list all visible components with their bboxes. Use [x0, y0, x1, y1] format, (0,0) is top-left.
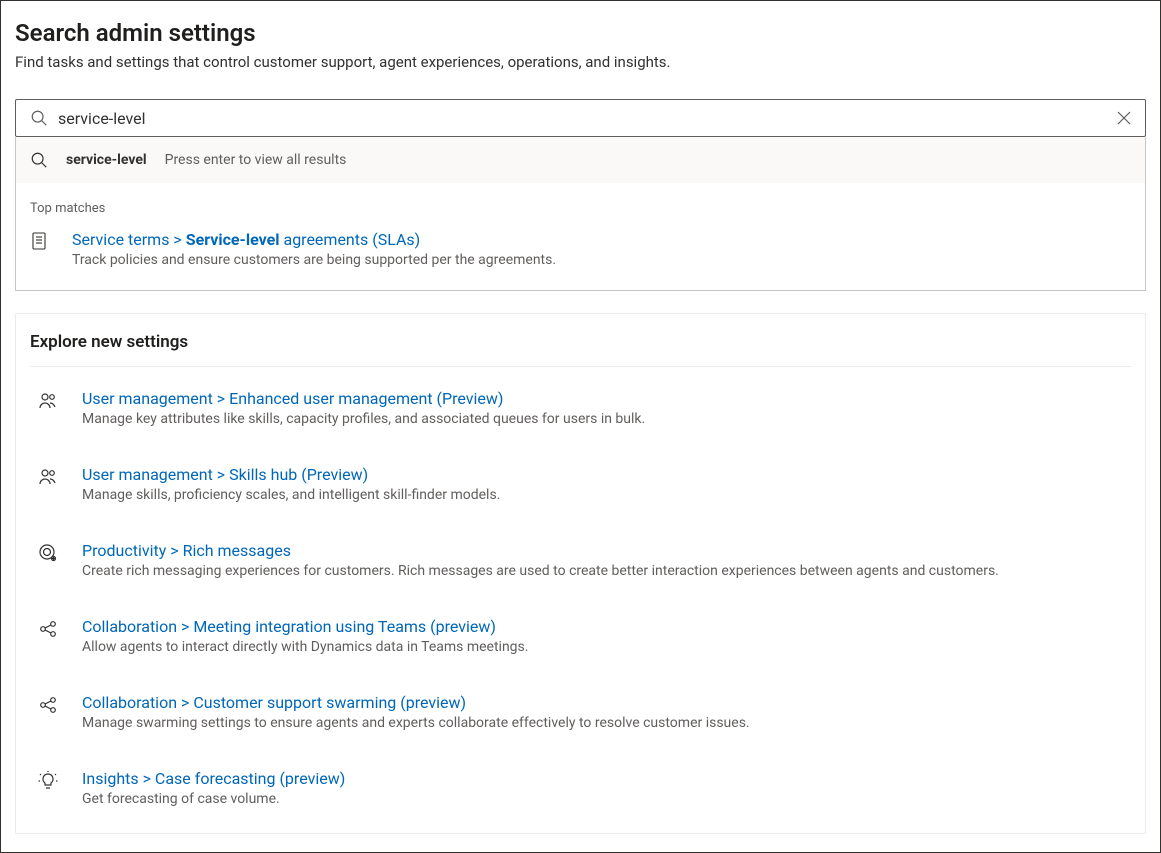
explore-item-link[interactable]: User management > Skills hub (Preview): [82, 465, 1131, 484]
people-icon: [38, 467, 58, 487]
top-match-link[interactable]: Service terms > Service-level agreements…: [72, 230, 1131, 249]
suggest-panel: service-level Press enter to view all re…: [15, 137, 1146, 291]
search-box[interactable]: [15, 99, 1146, 137]
close-icon: [1117, 111, 1131, 125]
explore-item[interactable]: Collaboration > Customer support swarmin…: [30, 675, 1131, 751]
top-match-row[interactable]: Service terms > Service-level agreements…: [30, 230, 1131, 268]
explore-item-desc: Get forecasting of case volume.: [82, 791, 1131, 807]
document-icon: [32, 232, 48, 250]
explore-item-desc: Manage swarming settings to ensure agent…: [82, 715, 1131, 731]
top-matches-section: Top matches Service terms > Service-leve…: [16, 183, 1145, 290]
explore-item[interactable]: Collaboration > Meeting integration usin…: [30, 599, 1131, 675]
explore-item-content: Productivity > Rich messages Create rich …: [82, 541, 1131, 579]
explore-item[interactable]: User management > Skills hub (Preview) Ma…: [30, 447, 1131, 523]
search-icon: [30, 151, 48, 169]
share-icon: [38, 619, 58, 639]
clear-search-button[interactable]: [1113, 107, 1135, 129]
target-icon: [38, 543, 58, 563]
explore-item-link[interactable]: Productivity > Rich messages: [82, 541, 1131, 560]
page-title: Search admin settings: [15, 19, 1146, 47]
match-highlight: Service-level: [186, 230, 280, 249]
search-icon: [30, 109, 48, 127]
explore-item-icon: [36, 769, 60, 791]
suggest-term: service-level: [66, 152, 147, 168]
explore-item-content: User management > Enhanced user manageme…: [82, 389, 1131, 427]
explore-item-link[interactable]: User management > Enhanced user manageme…: [82, 389, 1131, 408]
explore-item-link[interactable]: Collaboration > Customer support swarmin…: [82, 693, 1131, 712]
explore-item-desc: Manage skills, proficiency scales, and i…: [82, 487, 1131, 503]
explore-item[interactable]: Insights > Case forecasting (preview) Get…: [30, 751, 1131, 827]
explore-item-link[interactable]: Collaboration > Meeting integration usin…: [82, 617, 1131, 636]
explore-item-desc: Allow agents to interact directly with D…: [82, 639, 1131, 655]
explore-item-content: Insights > Case forecasting (preview) Get…: [82, 769, 1131, 807]
explore-card: Explore new settings User management > E…: [15, 313, 1146, 834]
explore-item-icon: [36, 389, 60, 411]
explore-item-icon: [36, 617, 60, 639]
search-input[interactable]: [48, 109, 1113, 128]
suggest-row[interactable]: service-level Press enter to view all re…: [16, 137, 1145, 183]
top-match-desc: Track policies and ensure customers are …: [72, 252, 1131, 268]
page-subtitle: Find tasks and settings that control cus…: [15, 53, 1146, 71]
explore-item-icon: [36, 693, 60, 715]
top-matches-label: Top matches: [30, 201, 1131, 216]
explore-list: User management > Enhanced user manageme…: [30, 371, 1131, 827]
explore-item[interactable]: User management > Enhanced user manageme…: [30, 371, 1131, 447]
share-icon: [38, 695, 58, 715]
match-path-suffix: agreements (SLAs): [280, 230, 421, 249]
suggest-hint: Press enter to view all results: [165, 152, 347, 168]
lightbulb-icon: [38, 771, 58, 791]
explore-item-content: Collaboration > Customer support swarmin…: [82, 693, 1131, 731]
explore-item-link[interactable]: Insights > Case forecasting (preview): [82, 769, 1131, 788]
explore-item-icon: [36, 465, 60, 487]
explore-item-content: Collaboration > Meeting integration usin…: [82, 617, 1131, 655]
explore-title: Explore new settings: [30, 332, 1131, 367]
explore-item-content: User management > Skills hub (Preview) Ma…: [82, 465, 1131, 503]
explore-item[interactable]: Productivity > Rich messages Create rich …: [30, 523, 1131, 599]
explore-item-icon: [36, 541, 60, 563]
search-wrapper: service-level Press enter to view all re…: [15, 99, 1146, 291]
people-icon: [38, 391, 58, 411]
explore-item-desc: Create rich messaging experiences for cu…: [82, 563, 1131, 579]
match-path-prefix: Service terms >: [72, 230, 186, 249]
explore-item-desc: Manage key attributes like skills, capac…: [82, 411, 1131, 427]
